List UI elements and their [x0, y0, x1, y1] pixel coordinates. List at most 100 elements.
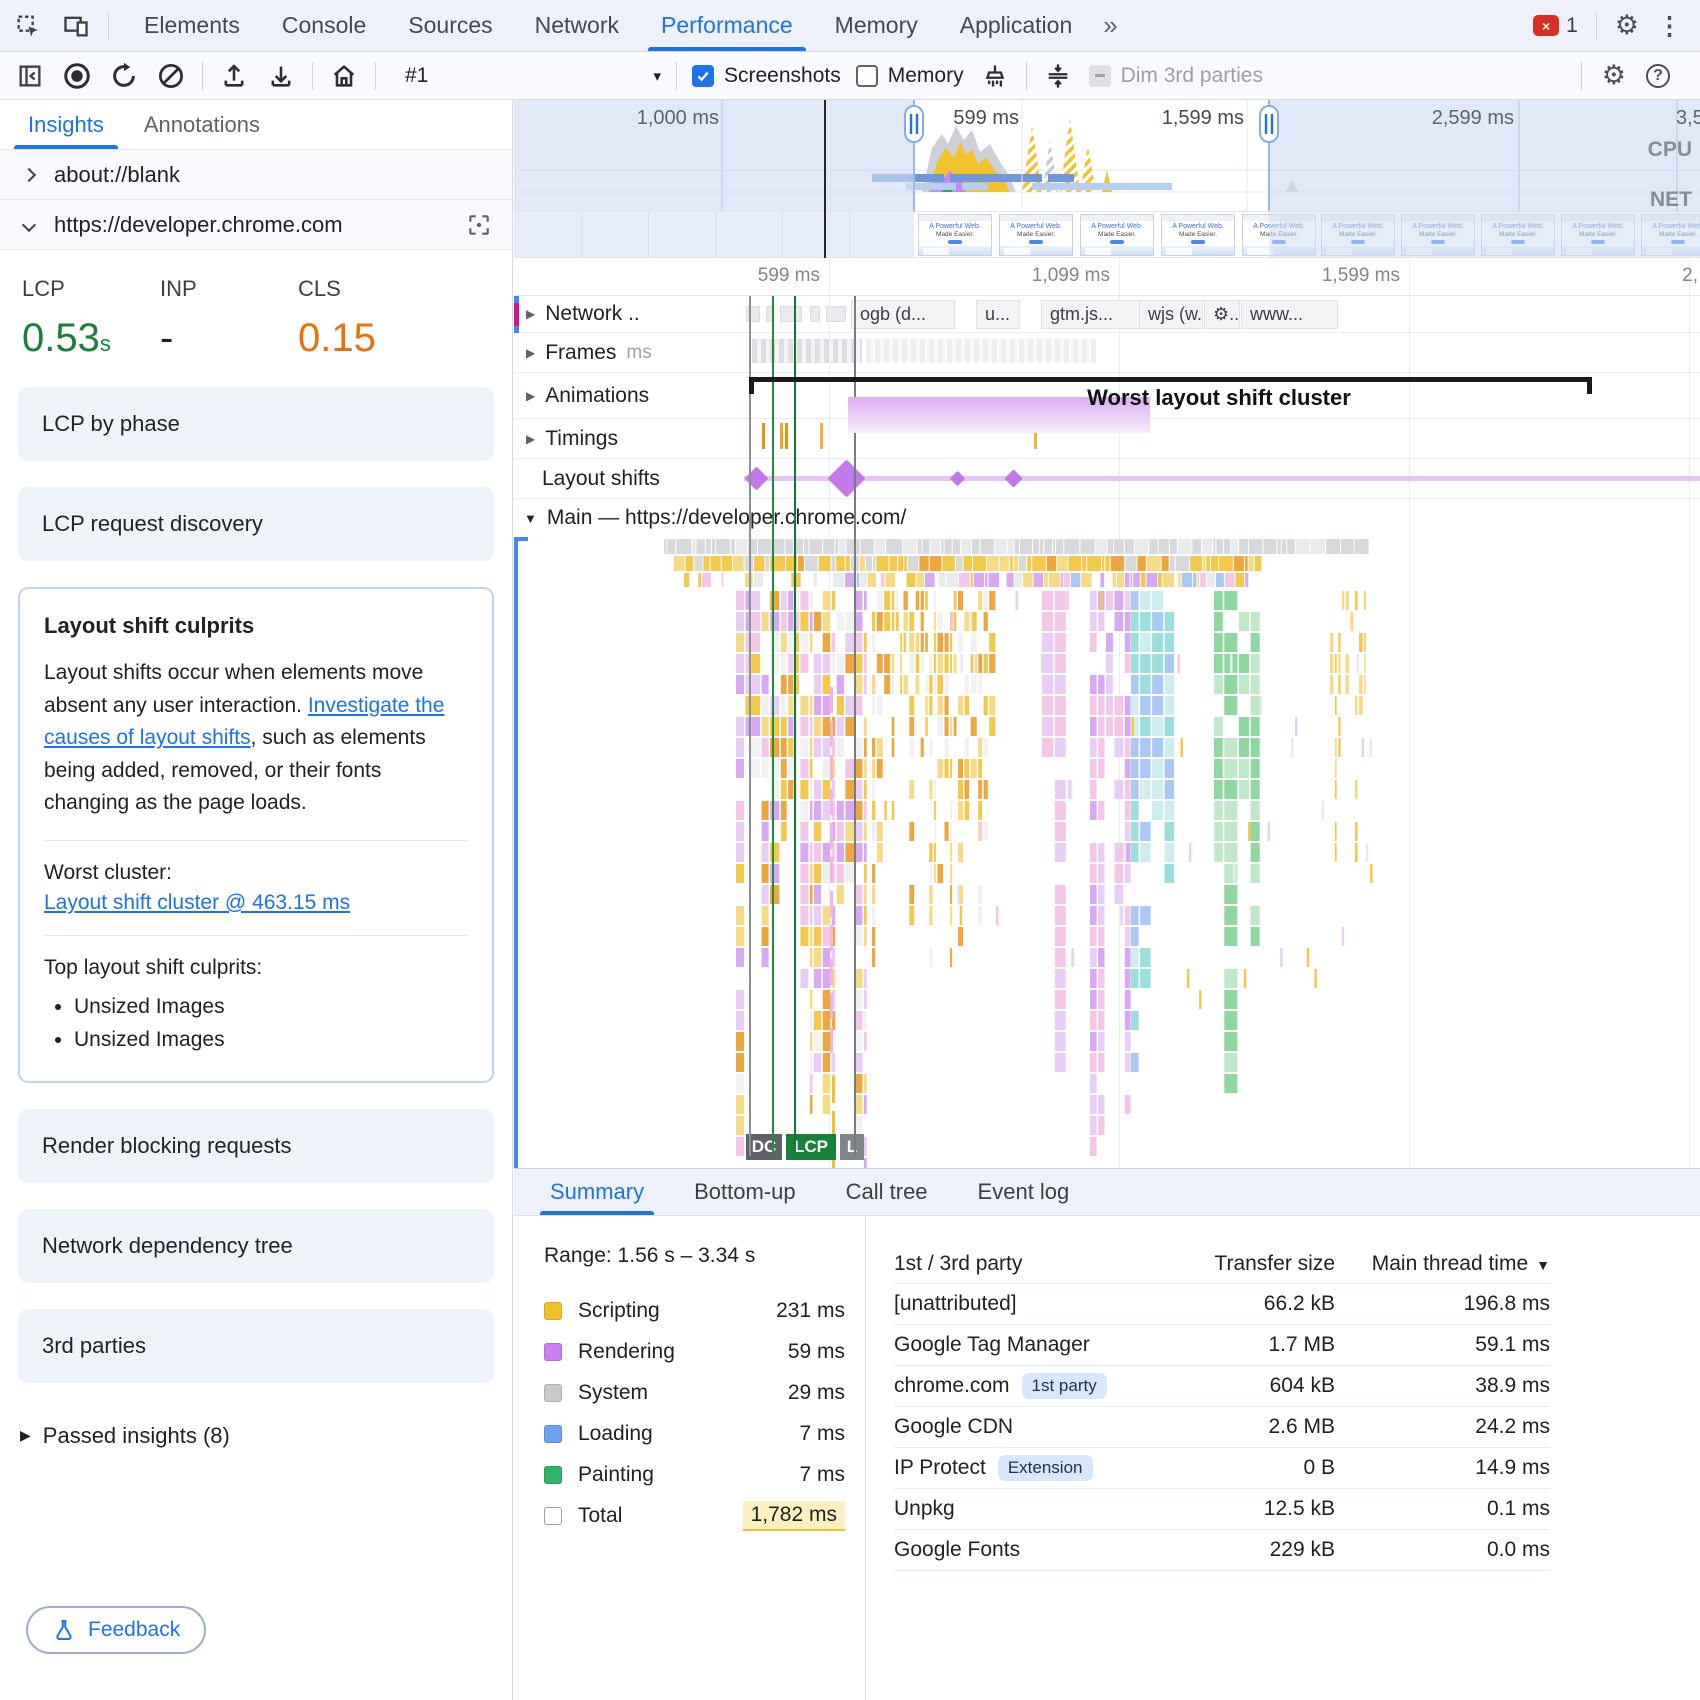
layout-shift-diamond[interactable]: [950, 471, 966, 487]
insight-card[interactable]: LCP request discovery: [18, 487, 494, 561]
layout-shift-diamond[interactable]: [1004, 469, 1022, 487]
network-request-chip[interactable]: gtm.js...: [1041, 300, 1141, 329]
annotation-label[interactable]: Worst layout shift cluster: [984, 385, 1454, 411]
console-error-badge[interactable]: × 1: [1533, 14, 1578, 38]
table-row[interactable]: [unattributed] 66.2 kB 196.8 ms: [894, 1284, 1550, 1325]
memory-checkbox[interactable]: Memory: [856, 64, 964, 88]
load-profile-icon[interactable]: [218, 60, 250, 92]
passed-insights-row[interactable]: ▶ Passed insights (8): [0, 1409, 512, 1463]
dim-3rd-parties-toggle[interactable]: Dim 3rd parties: [1089, 64, 1263, 88]
layout-shift-culprits-card[interactable]: Layout shift culprits Layout shifts occu…: [18, 587, 494, 1083]
panel-tab[interactable]: Console: [261, 0, 387, 51]
details-tab[interactable]: Call tree: [826, 1169, 948, 1215]
panel-tab[interactable]: Elements: [123, 0, 261, 51]
layout-shift-diamond[interactable]: [827, 459, 865, 497]
insight-card[interactable]: 3rd parties: [18, 1309, 494, 1383]
record-and-reload-icon[interactable]: [108, 60, 140, 92]
layout-shifts-track[interactable]: Layout shifts: [514, 459, 1700, 499]
sidebar-tab[interactable]: Annotations: [144, 100, 260, 149]
table-row[interactable]: Google Tag Manager 1.7 MB 59.1 ms: [894, 1325, 1550, 1366]
table-row[interactable]: Google CDN 2.6 MB 24.2 ms: [894, 1407, 1550, 1448]
history-select[interactable]: #1 ▾: [391, 64, 661, 88]
save-profile-icon[interactable]: [265, 60, 297, 92]
playhead-line[interactable]: [824, 100, 826, 258]
feedback-button[interactable]: Feedback: [26, 1606, 206, 1654]
more-panels-icon[interactable]: »: [1093, 10, 1127, 41]
page-screenshot-thumbnail[interactable]: A Powerful Web.Made Easier.: [1161, 214, 1235, 256]
frames-track[interactable]: ▶ Frames ms: [514, 333, 1700, 373]
capture-settings-gear-icon[interactable]: ⚙: [1602, 60, 1626, 91]
l-marker-badge[interactable]: L: [840, 1134, 864, 1160]
insight-card[interactable]: Render blocking requests: [18, 1109, 494, 1183]
insights-sidebar: Insights Annotations about://blank https:…: [0, 100, 513, 1700]
timing-mark[interactable]: [762, 423, 765, 449]
worst-cluster-link[interactable]: Layout shift cluster @ 463.15 ms: [44, 891, 468, 915]
network-request-chip[interactable]: wjs (w...: [1139, 300, 1203, 329]
timing-mark[interactable]: [785, 423, 788, 449]
expander-icon[interactable]: ▶: [526, 389, 535, 403]
details-tab[interactable]: Event log: [958, 1169, 1090, 1215]
collapse-sidebar-icon[interactable]: [14, 60, 46, 92]
focus-frame-icon[interactable]: [466, 212, 492, 238]
timing-mark[interactable]: [820, 423, 823, 449]
table-row[interactable]: Google Fonts 229 kB 0.0 ms: [894, 1530, 1550, 1571]
flame-chart[interactable]: DCLCPL: [514, 537, 1700, 1168]
table-row[interactable]: Unpkg 12.5 kB 0.1 ms: [894, 1489, 1550, 1530]
record-icon[interactable]: [61, 60, 93, 92]
page-screenshot-thumbnail[interactable]: A Powerful Web.Made Easier.: [1080, 214, 1154, 256]
table-row[interactable]: IP ProtectExtension 0 B 14.9 ms: [894, 1448, 1550, 1489]
panel-tab[interactable]: Sources: [387, 0, 513, 51]
frame-bar[interactable]: [866, 339, 1096, 363]
network-request-chip[interactable]: www...: [1241, 300, 1338, 329]
garbage-collect-icon[interactable]: [979, 60, 1011, 92]
network-request[interactable]: [780, 306, 802, 322]
shrink-frames-icon[interactable]: [1042, 60, 1074, 92]
panel-tab[interactable]: Application: [939, 0, 1094, 51]
insight-card[interactable]: LCP by phase: [18, 387, 494, 461]
details-tab[interactable]: Summary: [530, 1169, 664, 1215]
panel-tab[interactable]: Network: [514, 0, 640, 51]
insight-card[interactable]: Network dependency tree: [18, 1209, 494, 1283]
device-toolbar-icon[interactable]: [60, 10, 92, 42]
panel-tab[interactable]: Performance: [640, 0, 814, 51]
frame-row[interactable]: https://developer.chrome.com: [0, 200, 512, 250]
divider: [312, 62, 313, 90]
fcp-marker-line: [772, 296, 774, 1156]
table-row[interactable]: chrome.com1st party 604 kB 38.9 ms: [894, 1366, 1550, 1407]
screenshot-filmstrip[interactable]: A Powerful Web.Made Easier.A Powerful We…: [514, 212, 1700, 258]
kebab-menu-icon[interactable]: ⋮: [1657, 11, 1682, 41]
network-request[interactable]: [810, 306, 820, 322]
main-thread-header[interactable]: ▼ Main — https://developer.chrome.com/: [514, 499, 1700, 537]
table-header[interactable]: 1st / 3rd party Transfer size Main threa…: [894, 1244, 1550, 1284]
network-request-chip[interactable]: u...: [976, 300, 1020, 329]
timeline-overview[interactable]: 1,000 ms 599 ms 1,599 ms 2,599 ms 3,5 CP…: [514, 100, 1700, 212]
help-icon[interactable]: ?: [1646, 64, 1670, 88]
network-request[interactable]: [826, 306, 846, 322]
metric[interactable]: INP -: [160, 276, 298, 361]
screenshots-checkbox[interactable]: Screenshots: [692, 64, 841, 88]
network-request-chip[interactable]: ⚙...: [1204, 300, 1240, 329]
details-tab[interactable]: Bottom-up: [674, 1169, 816, 1215]
panel-tab[interactable]: Memory: [814, 0, 939, 51]
live-metrics-home-icon[interactable]: [328, 60, 360, 92]
ruler-tick: 599 ms: [758, 265, 820, 287]
metric[interactable]: LCP 0.53s: [22, 276, 160, 361]
legend-swatch: [544, 1507, 562, 1525]
timing-mark[interactable]: [780, 423, 783, 449]
settings-gear-icon[interactable]: ⚙: [1615, 10, 1639, 41]
metric[interactable]: CLS 0.15: [298, 276, 376, 361]
network-request-chip[interactable]: ogb (d...: [851, 300, 955, 329]
expander-icon[interactable]: ▶: [526, 346, 535, 360]
culprits-body: Layout shifts occur when elements move a…: [44, 657, 468, 820]
frame-row[interactable]: about://blank: [0, 150, 512, 200]
expander-icon[interactable]: ▶: [526, 307, 535, 321]
inspect-element-icon[interactable]: [12, 10, 44, 42]
dc-marker-badge[interactable]: DC: [746, 1134, 782, 1160]
network-track[interactable]: ▶ Network .. ogb (d...u...gtm.js...wjs (…: [514, 296, 1700, 333]
frame-bar[interactable]: [752, 339, 862, 363]
clear-recording-icon[interactable]: [155, 60, 187, 92]
expander-icon[interactable]: ▶: [526, 432, 535, 446]
page-screenshot-thumbnail[interactable]: A Powerful Web.Made Easier.: [999, 214, 1073, 256]
sidebar-tab[interactable]: Insights: [28, 100, 104, 149]
page-screenshot-thumbnail[interactable]: A Powerful Web.Made Easier.: [918, 214, 992, 256]
